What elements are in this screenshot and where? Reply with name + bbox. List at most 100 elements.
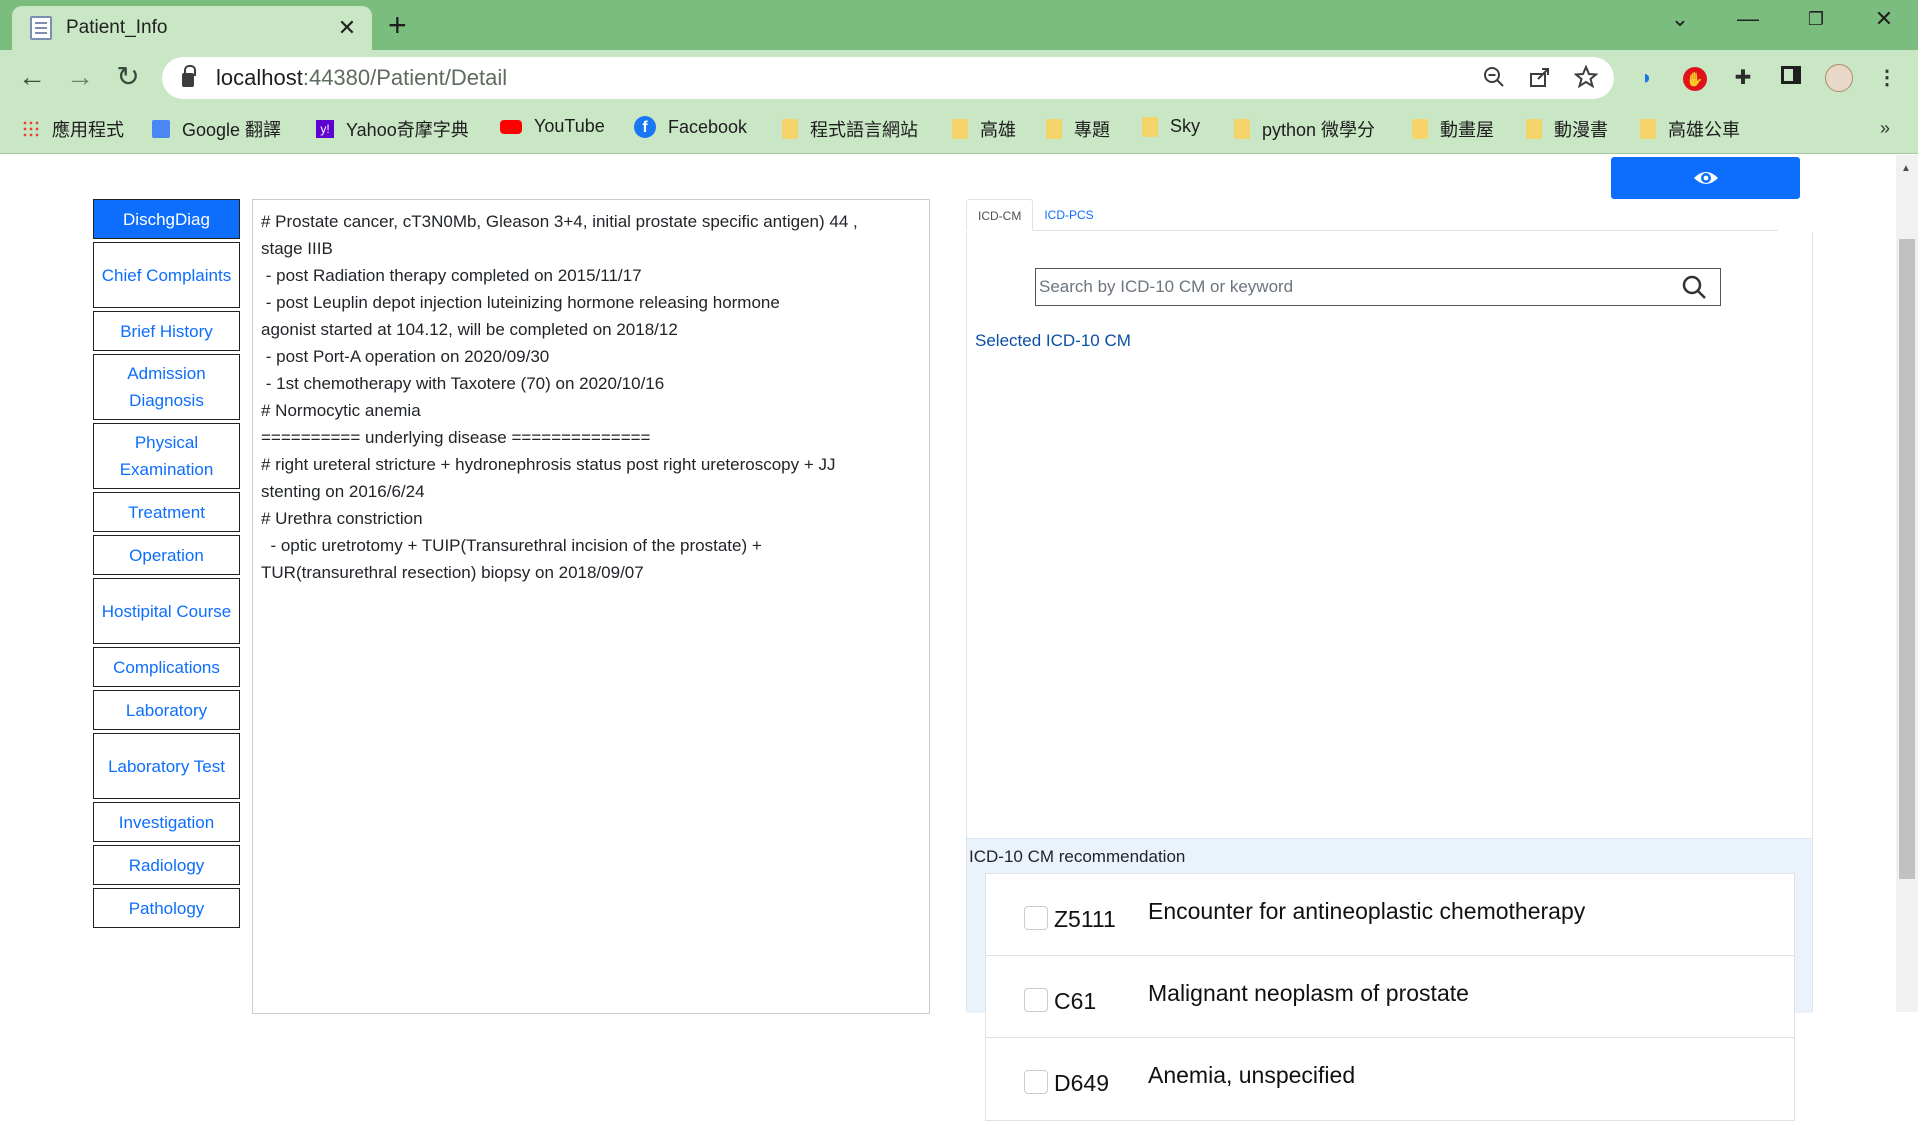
bookmark-folder[interactable]: 程式語言網站	[782, 116, 918, 142]
icd-search-box	[1035, 268, 1721, 306]
extensions-puzzle-icon[interactable]: ✚	[1729, 64, 1757, 92]
browser-tab[interactable]: Patient_Info ✕	[12, 6, 372, 50]
preview-button[interactable]	[1611, 157, 1800, 199]
share-icon[interactable]	[1528, 65, 1552, 89]
tab-icd-pcs[interactable]: ICD-PCS	[1033, 199, 1104, 230]
note-line: - optic uretrotomy + TUIP(Transurethral …	[261, 536, 762, 555]
discharge-diagnosis-textarea[interactable]: # Prostate cancer, cT3N0Mb, Gleason 3+4,…	[252, 199, 930, 1014]
nav-item-chief-complaints[interactable]: Chief Complaints	[93, 242, 240, 308]
side-panel-icon[interactable]	[1777, 64, 1805, 92]
bookmark-label: Facebook	[668, 116, 748, 137]
recommendation-item: D649 Anemia, unspecified	[986, 1038, 1794, 1120]
page-document-icon	[30, 16, 52, 40]
bookmark-label: YouTube	[534, 116, 605, 136]
icd-description: Malignant neoplasm of prostate	[1148, 980, 1469, 1006]
recommendation-title: ICD-10 CM recommendation	[969, 847, 1186, 866]
nav-item-pathology[interactable]: Pathology	[93, 888, 240, 928]
bookmark-folder[interactable]: 動畫屋	[1412, 116, 1494, 142]
bookmark-apps[interactable]: 應用程式	[22, 116, 124, 142]
bookmark-label: 動漫書	[1554, 120, 1608, 140]
folder-icon	[1142, 116, 1158, 137]
close-tab-icon[interactable]: ✕	[334, 15, 360, 41]
bookmark-folder[interactable]: Sky	[1142, 116, 1200, 137]
bookmark-folder[interactable]: 高雄	[952, 116, 1016, 142]
restore-window-button[interactable]: ❐	[1796, 9, 1836, 30]
yahoo-icon: y!	[316, 120, 334, 138]
nav-item-operation[interactable]: Operation	[93, 535, 240, 575]
bookmark-label: 動畫屋	[1440, 120, 1494, 140]
nav-item-laboratory[interactable]: Laboratory	[93, 690, 240, 730]
note-line: stage IIIB	[261, 239, 333, 258]
note-line: # Prostate cancer, cT3N0Mb, Gleason 3+4,…	[261, 212, 858, 231]
nav-item-admission-diagnosis[interactable]: Admission Diagnosis	[93, 354, 240, 420]
close-window-button[interactable]: ✕	[1864, 6, 1904, 32]
adblock-extension-icon[interactable]: ✋	[1681, 64, 1709, 92]
nav-item-investigation[interactable]: Investigation	[93, 802, 240, 842]
icd-cm-panel: Selected ICD-10 CM ICD-10 CM recommendat…	[966, 232, 1813, 1121]
recommendation-checkbox[interactable]	[1024, 1070, 1048, 1094]
bookmark-label: 高雄	[980, 120, 1016, 140]
profile-avatar[interactable]	[1825, 64, 1853, 92]
bookmark-label: 專題	[1074, 120, 1110, 140]
address-bar[interactable]: localhost:44380/Patient/Detail	[162, 57, 1614, 99]
folder-icon	[1526, 119, 1542, 139]
folder-icon	[952, 119, 968, 139]
icd-search-input[interactable]	[1036, 270, 1668, 304]
folder-icon	[1640, 119, 1656, 139]
url-path: :44380/Patient/Detail	[302, 65, 508, 90]
reload-icon[interactable]: ↻	[110, 62, 146, 92]
recommendation-list: Z5111 Encounter for antineoplastic chemo…	[985, 873, 1795, 1121]
icd-description: Anemia, unspecified	[1148, 1062, 1356, 1088]
bookmark-youtube[interactable]: YouTube	[500, 116, 605, 137]
icd-code: D649	[1054, 1070, 1109, 1096]
read-aloud-extension-icon[interactable]: ◗	[1633, 64, 1661, 92]
bookmark-google-translate[interactable]: Google 翻譯	[152, 116, 281, 142]
nav-item-radiology[interactable]: Radiology	[93, 845, 240, 885]
scrollbar-thumb[interactable]	[1899, 239, 1915, 879]
minimize-window-button[interactable]: —	[1728, 6, 1768, 32]
youtube-icon	[500, 119, 522, 134]
bookmark-folder[interactable]: 動漫書	[1526, 116, 1608, 142]
nav-item-complications[interactable]: Complications	[93, 647, 240, 687]
nav-item-treatment[interactable]: Treatment	[93, 492, 240, 532]
tab-icd-cm[interactable]: ICD-CM	[966, 199, 1034, 231]
back-arrow-icon[interactable]: ←	[14, 62, 50, 92]
nav-item-brief-history[interactable]: Brief History	[93, 311, 240, 351]
tab-search-chevron-icon[interactable]: ⌄	[1660, 6, 1700, 32]
icd-description: Encounter for antineoplastic chemotherap…	[1148, 898, 1586, 924]
lock-icon	[182, 65, 196, 87]
scroll-up-arrow-icon[interactable]: ▲	[1901, 163, 1911, 174]
recommendation-checkbox[interactable]	[1024, 988, 1048, 1012]
bookmark-facebook[interactable]: f Facebook	[634, 116, 747, 138]
note-line: - post Port-A operation on 2020/09/30	[261, 347, 550, 366]
bookmark-folder[interactable]: 專題	[1046, 116, 1110, 142]
browser-toolbar: ← → ↻ localhost:44380/Patient/Detail ◗ ✋…	[0, 50, 1918, 106]
nav-item-dischgdiag[interactable]: DischgDiag	[93, 199, 240, 239]
bookmark-label: 高雄公車	[1668, 120, 1740, 140]
bookmark-label: Google 翻譯	[182, 120, 282, 140]
bookmark-folder[interactable]: 高雄公車	[1640, 116, 1740, 142]
more-bookmarks-chevron-icon[interactable]: »	[1880, 118, 1890, 139]
page-scrollbar[interactable]: ▲	[1896, 155, 1918, 1012]
section-nav: DischgDiag Chief Complaints Brief Histor…	[93, 199, 240, 931]
bookmark-folder[interactable]: python 微學分	[1234, 116, 1375, 142]
eye-icon	[1693, 172, 1718, 184]
search-icon[interactable]	[1668, 269, 1720, 305]
facebook-icon: f	[634, 116, 656, 138]
note-line: - post Radiation therapy completed on 20…	[261, 266, 642, 285]
nav-item-laboratory-test[interactable]: Laboratory Test	[93, 733, 240, 799]
bookmark-star-icon[interactable]	[1574, 65, 1598, 89]
url-host: localhost	[216, 65, 303, 90]
browser-menu-kebab-icon[interactable]: ⋮	[1873, 64, 1901, 92]
recommendation-checkbox[interactable]	[1024, 906, 1048, 930]
note-line: TUR(transurethral resection) biopsy on 2…	[261, 563, 644, 582]
nav-item-hospital-course[interactable]: Hostipital Course	[93, 578, 240, 644]
nav-item-physical-examination[interactable]: Physical Examination	[93, 423, 240, 489]
zoom-out-icon[interactable]	[1482, 65, 1506, 89]
bookmark-label: python 微學分	[1262, 120, 1376, 140]
bookmark-label: 程式語言網站	[810, 120, 918, 140]
new-tab-button[interactable]: +	[388, 8, 407, 42]
forward-arrow-icon[interactable]: →	[62, 62, 98, 92]
icd-recommendation-section: ICD-10 CM recommendation Z5111 Encounter…	[967, 838, 1812, 1121]
bookmark-yahoo-dictionary[interactable]: y! Yahoo奇摩字典	[316, 116, 469, 142]
